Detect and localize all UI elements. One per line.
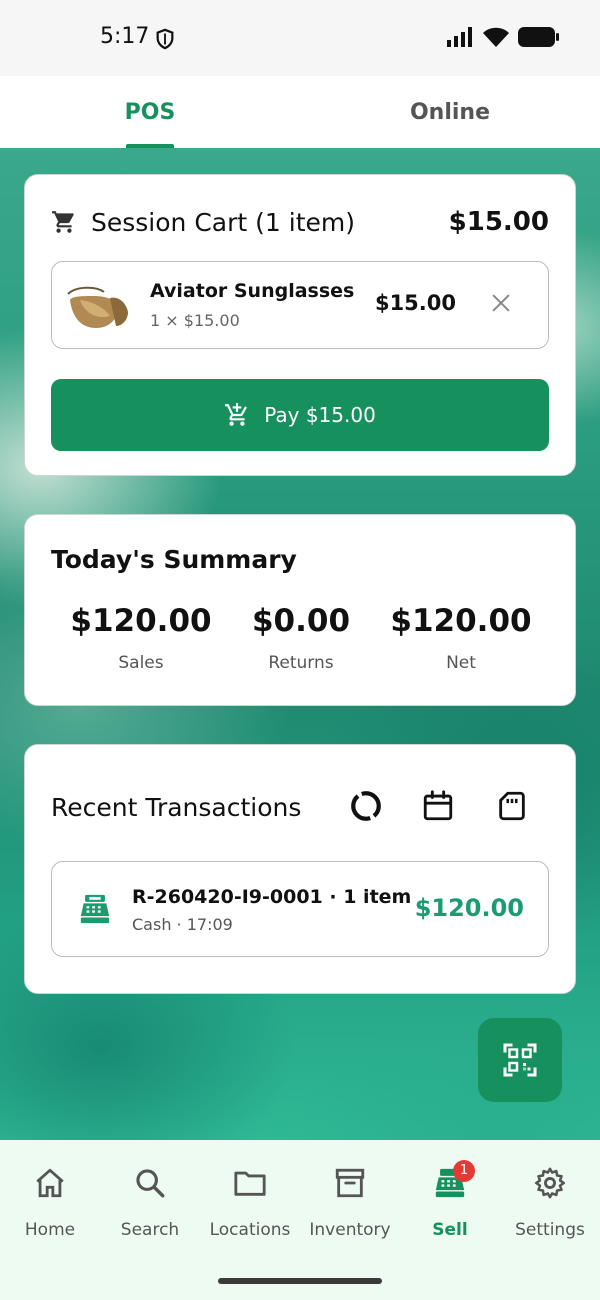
cart-item[interactable]: Aviator Sunglasses 1 × $15.00 $15.00 [51,261,549,349]
stat-label: Net [446,653,476,673]
nav-inventory[interactable]: Inventory [300,1166,400,1240]
cash-register-icon [80,894,110,924]
search-icon [136,1169,165,1198]
session-cart-card: Session Cart (1 item) $15.00 Aviator Sun… [24,174,576,476]
nav-label: Sell [432,1220,468,1240]
nav-label: Locations [209,1220,291,1240]
recent-transactions-card: Recent Transactions R-260420-I9-0001 · 1… [24,744,576,994]
stat-sales: $120.00 Sales [61,603,221,673]
battery-icon [518,27,559,47]
status-bar: 5:17 [0,0,600,76]
cart-title: Session Cart (1 item) [91,207,355,237]
sd-card-icon[interactable] [495,789,529,823]
summary-title: Today's Summary [51,545,297,574]
tab-online-label: Online [409,99,491,125]
tab-pos[interactable]: POS [0,76,300,148]
item-quantity-price: 1 × $15.00 [150,311,240,330]
nav-label: Inventory [309,1220,391,1240]
wifi-icon [483,27,509,47]
notification-badge: 1 [453,1160,475,1182]
qr-code-scanner-icon [503,1043,537,1077]
home-indicator[interactable] [218,1278,382,1284]
transaction-amount: $120.00 [414,894,524,922]
pay-button[interactable]: Pay $15.00 [51,379,549,451]
close-icon[interactable] [490,292,512,314]
transaction-meta: Cash · 17:09 [132,915,233,934]
status-time: 5:17 [100,24,150,49]
item-name: Aviator Sunglasses [150,280,355,302]
calendar-icon[interactable] [421,789,455,823]
transaction-row[interactable]: R-260420-I9-0001 · 1 item Cash · 17:09 $… [51,861,549,957]
nav-label: Home [24,1220,76,1240]
tab-pos-label: POS [124,99,176,125]
refresh-icon[interactable] [349,789,383,823]
gear-icon [534,1167,566,1199]
stat-label: Returns [268,653,334,673]
signal-icon [447,27,472,47]
shield-icon [156,28,174,50]
nav-settings[interactable]: Settings [500,1166,600,1240]
cart-total: $15.00 [448,207,549,237]
qr-scan-button[interactable] [478,1018,562,1102]
stat-net: $120.00 Net [381,603,541,673]
folder-icon [234,1171,266,1196]
bottom-nav: Home Search Locations Inventory 1 Sell S… [0,1140,600,1300]
home-icon [36,1168,64,1198]
transaction-id: R-260420-I9-0001 · 1 item [132,886,412,908]
product-thumbnail [67,286,128,328]
add-shopping-cart-icon [225,403,248,426]
nav-label: Search [120,1220,180,1240]
item-price: $15.00 [374,291,456,315]
transactions-title: Recent Transactions [51,793,302,822]
stat-value: $120.00 [390,603,532,639]
stat-label: Sales [118,653,164,673]
status-icons [446,26,560,48]
nav-label: Settings [515,1220,585,1240]
nav-sell[interactable]: 1 Sell [400,1160,500,1240]
tab-bar: POS Online [0,76,600,148]
cart-header: Session Cart (1 item) $15.00 [51,205,549,239]
stat-value: $0.00 [251,603,351,639]
stat-returns: $0.00 Returns [221,603,381,673]
pay-button-label: Pay $15.00 [264,403,376,427]
nav-locations[interactable]: Locations [200,1166,300,1240]
shopping-cart-icon [52,211,74,233]
nav-home[interactable]: Home [0,1166,100,1240]
tab-online[interactable]: Online [300,76,600,148]
stat-value: $120.00 [70,603,212,639]
todays-summary-card: Today's Summary $120.00 Sales $0.00 Retu… [24,514,576,706]
nav-search[interactable]: Search [100,1166,200,1240]
archive-icon [335,1168,365,1198]
